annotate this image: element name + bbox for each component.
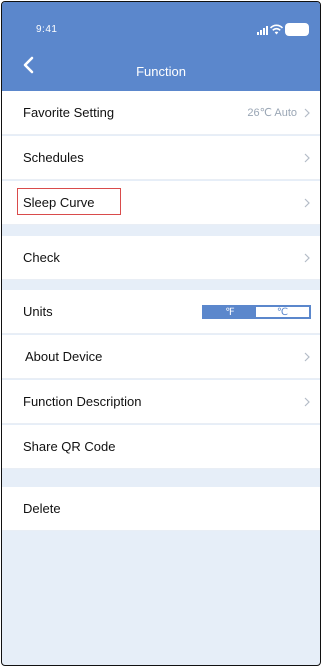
menu-item-label: Sleep Curve — [23, 195, 95, 210]
chevron-right-icon — [304, 153, 310, 163]
menu-item-label: Favorite Setting — [23, 105, 115, 120]
menu-item-favorite-setting[interactable]: Favorite Setting 26℃ Auto — [2, 91, 320, 135]
unit-option-fahrenheit[interactable]: ℉ — [204, 307, 256, 318]
chevron-right-icon — [304, 198, 310, 208]
menu-item-units: Units ℉ ℃ — [2, 290, 320, 334]
menu-item-label: Share QR Code — [23, 439, 116, 454]
menu-item-check[interactable]: Check — [2, 236, 320, 280]
chevron-right-icon — [304, 253, 310, 263]
page-title: Function — [136, 64, 186, 79]
battery-icon — [285, 23, 309, 36]
phone-frame: 9:41 Function Favorite Setting 26℃ Auto … — [1, 1, 321, 666]
units-toggle[interactable]: ℉ ℃ — [202, 305, 311, 319]
menu-item-delete[interactable]: Delete — [2, 487, 320, 531]
chevron-right-icon — [304, 397, 310, 407]
menu-item-label: Units — [23, 304, 53, 319]
menu-item-label: About Device — [25, 349, 103, 364]
unit-option-celsius[interactable]: ℃ — [256, 307, 309, 318]
menu-item-sleep-curve[interactable]: Sleep Curve — [2, 181, 320, 225]
menu-item-label: Check — [23, 250, 60, 265]
menu-item-label: Schedules — [23, 150, 84, 165]
menu-item-about-device[interactable]: About Device — [2, 335, 320, 379]
menu-item-label: Function Description — [23, 394, 142, 409]
chevron-right-icon — [304, 352, 310, 362]
menu-item-schedules[interactable]: Schedules — [2, 136, 320, 180]
menu-item-function-description[interactable]: Function Description — [2, 380, 320, 424]
menu-item-label: Delete — [23, 501, 61, 516]
wifi-icon — [270, 24, 283, 35]
header-bar: 9:41 Function — [2, 2, 320, 91]
signal-icon — [257, 26, 268, 35]
favorite-setting-value: 26℃ Auto — [247, 107, 297, 119]
chevron-right-icon — [304, 108, 310, 118]
status-time: 9:41 — [36, 24, 58, 35]
menu-item-share-qr-code[interactable]: Share QR Code — [2, 425, 320, 469]
